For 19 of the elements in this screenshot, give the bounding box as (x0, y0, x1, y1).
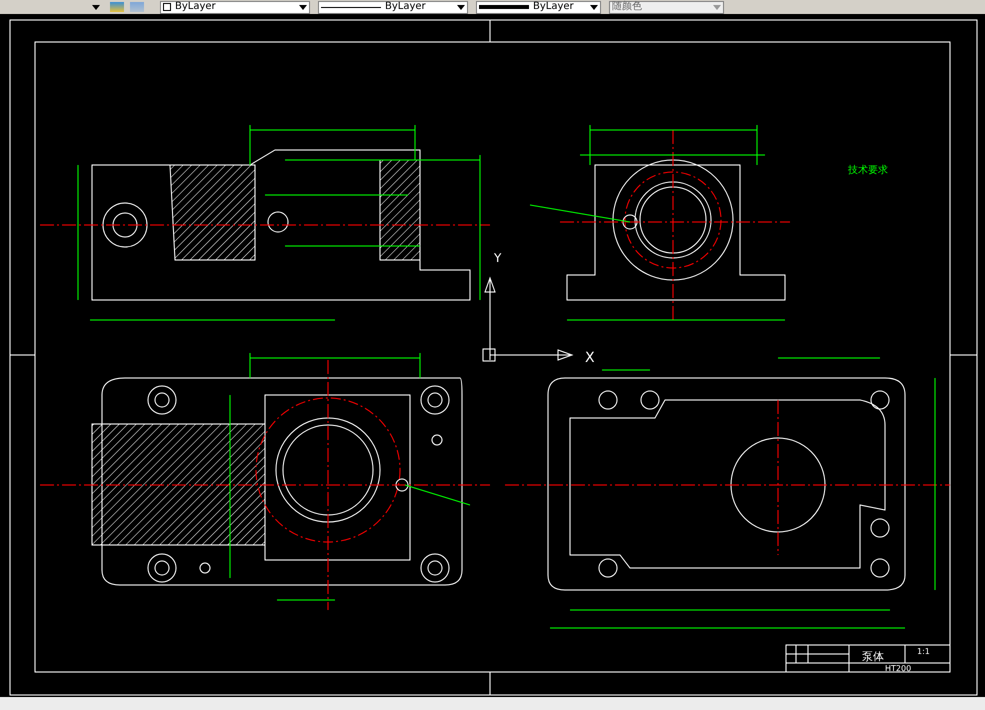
x-axis-label: X (585, 350, 595, 366)
color-swatch-icon (163, 3, 171, 11)
layer-icon[interactable] (110, 2, 124, 12)
property-dropdown[interactable]: ByLayer (476, 0, 601, 14)
scale-text: 1:1 (917, 647, 930, 656)
ucs-axis-icon (482, 276, 574, 362)
lineweight-preview-icon (479, 5, 529, 9)
y-axis-label: Y (494, 251, 502, 265)
property-dropdown[interactable]: ByLayer (318, 0, 468, 14)
technical-requirements-title: 技术要求 (848, 165, 888, 176)
property-dropdown[interactable]: ByLayer (160, 0, 310, 14)
linetype-preview-icon (321, 6, 381, 8)
material-text: HT200 (885, 664, 912, 673)
layers-icon[interactable] (130, 2, 144, 12)
dropdown-value: ByLayer (385, 1, 427, 13)
dropdown-value: ByLayer (175, 1, 217, 13)
dropdown-value: ByLayer (533, 1, 575, 13)
part-name-text: 泵体 (862, 650, 884, 663)
dropdown-value: 随颜色 (612, 1, 643, 13)
